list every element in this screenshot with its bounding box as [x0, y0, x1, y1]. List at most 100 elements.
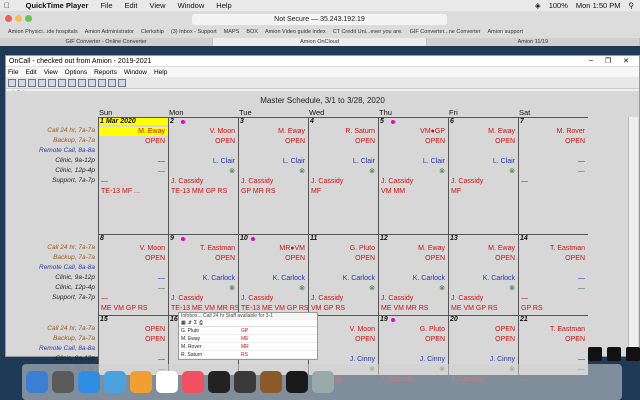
shift-slot[interactable]: L. Clair — [379, 157, 448, 166]
shift-slot[interactable]: OPEN — [239, 254, 308, 263]
popup-row[interactable]: M. Rover MR — [179, 343, 317, 351]
shift-slot[interactable]: J. Cinny — [379, 355, 448, 364]
photos-icon[interactable] — [130, 371, 152, 393]
shift-slot[interactable]: K. Carlock — [449, 274, 518, 283]
staff-summary[interactable]: GP RS — [519, 304, 588, 313]
tab-amion-oncloud[interactable]: Amion OnCloud — [213, 38, 427, 46]
shift-slot[interactable]: J. Cassidy — [239, 177, 308, 186]
grid-toolbar-icon[interactable] — [38, 78, 46, 87]
app-menu-reports[interactable]: Reports — [94, 69, 117, 76]
restore-window-icon[interactable]: ❐ — [605, 57, 611, 65]
shift-slot[interactable]: — — [99, 284, 168, 293]
day-cell[interactable]: 1 Mar 2020 M. Eway OPEN — — — TE-13 MF ... — [98, 117, 168, 234]
app-menu-file[interactable]: File — [8, 69, 18, 76]
shift-slot[interactable]: OPEN — [379, 137, 448, 146]
staff-summary[interactable]: ME VM GP RS — [99, 304, 168, 313]
app-menu-options[interactable]: Options — [65, 69, 87, 76]
staff-summary[interactable]: GP MR RS — [239, 187, 308, 196]
close-player-icon[interactable] — [626, 347, 640, 361]
shift-slot[interactable]: J. Cinny — [309, 355, 378, 364]
shift-slot[interactable]: J. Cassidy — [239, 294, 308, 303]
shift-slot[interactable]: G. Pluto — [309, 244, 378, 253]
shift-slot[interactable]: MR●VM — [239, 244, 308, 253]
shift-slot[interactable] — [519, 345, 588, 354]
shift-slot[interactable]: T. Eastman — [519, 244, 588, 253]
shift-slot[interactable] — [169, 147, 238, 156]
shift-slot[interactable]: OPEN — [449, 335, 518, 344]
calendar-icon[interactable] — [156, 371, 178, 393]
shift-slot[interactable] — [379, 264, 448, 273]
shift-slot[interactable]: K. Carlock — [239, 274, 308, 283]
shift-slot[interactable] — [379, 345, 448, 354]
app-menu-view[interactable]: View — [44, 69, 58, 76]
shift-slot[interactable]: J. Cinny — [449, 355, 518, 364]
shift-slot[interactable]: ⊗ — [309, 284, 378, 293]
day-cell[interactable]: 8 V. Moon OPEN — — — ME VM GP RS — [98, 234, 168, 315]
staff-summary[interactable]: TE-13 MF ... — [99, 187, 168, 196]
print-toolbar-icon[interactable] — [18, 78, 26, 87]
shift-slot[interactable]: OPEN — [239, 137, 308, 146]
shift-slot[interactable]: T. Eastman — [519, 325, 588, 334]
trash-icon[interactable] — [312, 371, 334, 393]
app-name[interactable]: QuickTime Player — [26, 1, 89, 10]
shift-slot[interactable]: J. Cassidy — [309, 177, 378, 186]
day-cell[interactable]: 10 MR●VM OPEN K. Carlock ⊗ J. Cassidy TE-13 ME… — [238, 234, 308, 315]
staff-summary[interactable]: MF — [309, 187, 378, 196]
day-cell[interactable]: 7 M. Rover OPEN — — — — [518, 117, 588, 234]
popup-sum-icon[interactable]: Σ — [194, 320, 197, 326]
shift-slot[interactable]: OPEN — [309, 254, 378, 263]
shift-slot[interactable]: OPEN — [99, 254, 168, 263]
wifi-icon[interactable]: ◈ — [535, 1, 541, 10]
shift-slot[interactable]: V. Moon — [309, 325, 378, 334]
shift-slot[interactable]: — — [99, 157, 168, 166]
app-menu-window[interactable]: Window — [124, 69, 147, 76]
day-cell[interactable]: 6 M. Eway OPEN L. Clair ⊗ J. Cassidy MF — [448, 117, 518, 234]
shift-slot[interactable]: — — [99, 294, 168, 303]
clock[interactable]: Mon 1:50 PM — [576, 1, 621, 10]
shift-slot[interactable]: OPEN — [169, 137, 238, 146]
save-toolbar-icon[interactable] — [8, 78, 16, 87]
menu-edit[interactable]: Edit — [125, 1, 138, 10]
shift-slot[interactable]: ⊗ — [379, 284, 448, 293]
shift-slot[interactable]: J. Cassidy — [379, 294, 448, 303]
close-window-icon[interactable]: ✕ — [623, 57, 629, 65]
shift-slot[interactable]: — — [519, 274, 588, 283]
music-icon[interactable] — [182, 371, 204, 393]
shift-slot[interactable]: ⊗ — [239, 284, 308, 293]
shift-slot[interactable]: OPEN — [379, 335, 448, 344]
day-cell[interactable]: 14 T. Eastman OPEN — — — GP RS — [518, 234, 588, 315]
shift-slot[interactable]: OPEN — [309, 137, 378, 146]
day-cell[interactable]: 9 T. Eastman OPEN K. Carlock ⊗ J. Cassidy TE-1… — [168, 234, 238, 315]
menu-file[interactable]: File — [100, 1, 112, 10]
shift-slot[interactable]: OPEN — [519, 137, 588, 146]
shift-slot[interactable]: OPEN — [519, 254, 588, 263]
shift-slot[interactable]: ⊗ — [309, 167, 378, 176]
bookmark-1[interactable]: Amion Administrator — [85, 29, 134, 37]
popup-print-icon[interactable]: ⎙ — [199, 320, 203, 326]
staff-summary[interactable]: VM MM — [379, 187, 448, 196]
people-toolbar-icon[interactable] — [58, 78, 66, 87]
shift-slot[interactable]: K. Carlock — [309, 274, 378, 283]
shift-slot[interactable]: — — [519, 177, 588, 186]
shift-slot[interactable] — [379, 147, 448, 156]
popup-row[interactable]: M. Eway ME — [179, 335, 317, 343]
shift-slot[interactable]: — — [519, 294, 588, 303]
popup-sort-icon[interactable]: ⇵ — [188, 320, 192, 326]
list-toolbar-icon[interactable] — [68, 78, 76, 87]
chess-icon[interactable] — [260, 371, 282, 393]
shift-slot[interactable]: — — [519, 355, 588, 364]
launchpad-icon[interactable] — [52, 371, 74, 393]
shift-slot[interactable]: G. Pluto — [379, 325, 448, 334]
shift-slot[interactable]: K. Carlock — [169, 274, 238, 283]
day-cell[interactable]: 5 VM●GP OPEN L. Clair ⊗ J. Cassidy VM MM — [378, 117, 448, 234]
bookmark-5[interactable]: BOX — [246, 29, 258, 37]
tv-icon[interactable] — [286, 371, 308, 393]
shift-slot[interactable]: OPEN — [309, 335, 378, 344]
bookmark-4[interactable]: MAPS — [224, 29, 240, 37]
address-bar[interactable]: Not Secure — 35.243.192.19 — [192, 14, 447, 25]
safari-icon[interactable] — [78, 371, 100, 393]
shift-slot[interactable]: OPEN — [99, 335, 168, 344]
search-icon[interactable]: ⚲ — [629, 1, 635, 10]
finder-icon[interactable] — [26, 371, 48, 393]
bookmark-8[interactable]: GIF Converter...ne Converter — [410, 29, 481, 37]
